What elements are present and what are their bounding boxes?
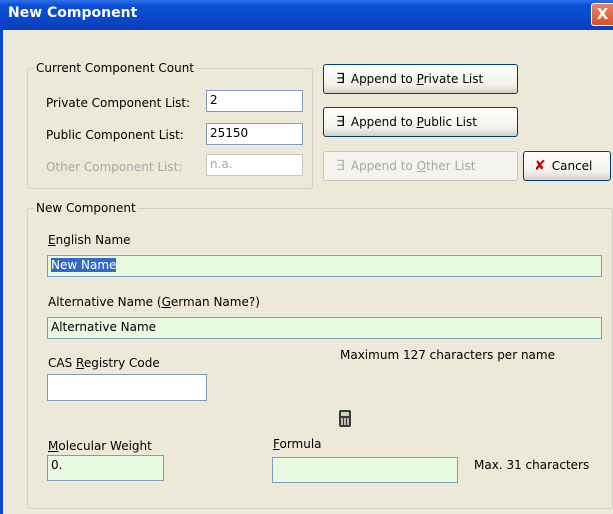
- cancel-label: Cancel: [551, 159, 593, 173]
- cancel-button[interactable]: ✘ Cancel: [523, 151, 611, 181]
- other-count-field: n.a.: [206, 154, 303, 176]
- english-name-value: New Name: [51, 258, 117, 272]
- append-list-icon: ∃: [336, 158, 345, 174]
- append-list-icon: ∃: [336, 71, 345, 87]
- title-bar: New Component X: [0, 0, 613, 30]
- close-icon: X: [596, 5, 609, 23]
- molecular-weight-label: Molecular Weight: [48, 439, 152, 453]
- calculator-icon[interactable]: [339, 410, 351, 427]
- other-list-label: Other Component List:: [46, 160, 183, 174]
- formula-label: Formula: [273, 437, 322, 451]
- dialog-body: Current Component Count Private Componen…: [0, 30, 613, 514]
- append-list-icon: ∃: [336, 114, 345, 130]
- alternative-name-input[interactable]: Alternative Name: [47, 317, 602, 339]
- append-public-button[interactable]: ∃ Append to Public List: [323, 107, 518, 137]
- private-list-label: Private Component List:: [46, 96, 191, 110]
- current-count-legend: Current Component Count: [36, 61, 195, 75]
- private-count-field[interactable]: 2: [206, 90, 303, 112]
- append-other-label: Append to Other List: [350, 159, 476, 173]
- english-name-label: English Name: [48, 233, 131, 247]
- new-component-legend: New Component: [36, 201, 136, 215]
- cas-registry-input[interactable]: [47, 374, 207, 401]
- close-window-button[interactable]: X: [591, 3, 613, 26]
- max-name-note: Maximum 127 characters per name: [340, 348, 555, 362]
- molecular-weight-input[interactable]: 0.: [47, 455, 164, 481]
- append-private-label: Append to Private List: [350, 72, 484, 86]
- max-formula-note: Max. 31 characters: [474, 458, 590, 472]
- formula-input[interactable]: [272, 457, 458, 483]
- public-count-field[interactable]: 25150: [206, 123, 303, 145]
- cancel-x-icon: ✘: [534, 158, 546, 174]
- public-list-label: Public Component List:: [46, 128, 184, 142]
- english-name-input[interactable]: New Name: [47, 255, 602, 277]
- append-other-button: ∃ Append to Other List: [323, 151, 518, 181]
- window-title: New Component: [8, 5, 138, 21]
- append-private-button[interactable]: ∃ Append to Private List: [323, 64, 518, 94]
- append-public-label: Append to Public List: [350, 115, 477, 129]
- cas-registry-label: CAS Registry Code: [48, 356, 160, 370]
- alternative-name-label: Alternative Name (German Name?): [48, 295, 260, 309]
